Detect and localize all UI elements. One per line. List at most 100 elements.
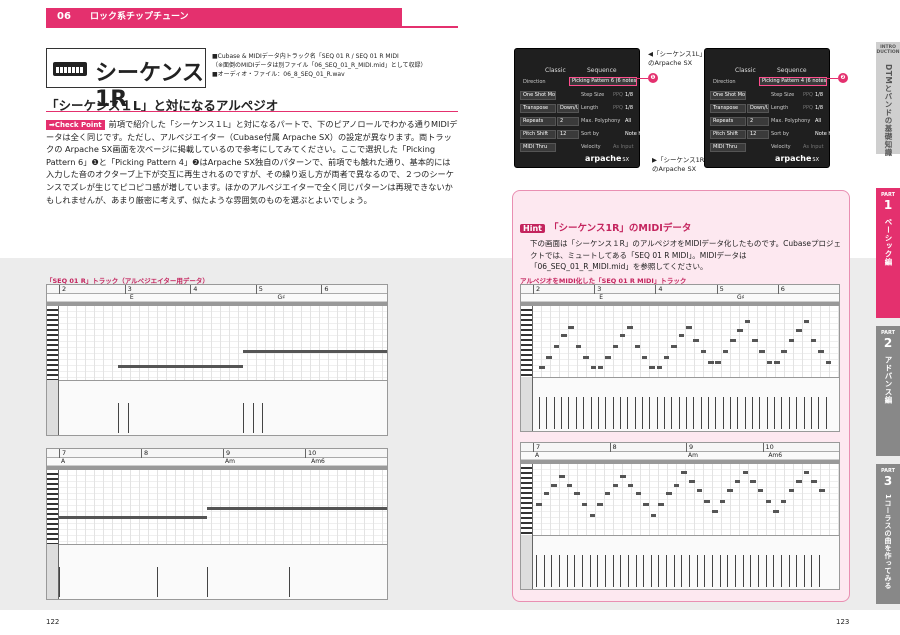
arpache-logo: arpacheSX [775, 154, 819, 163]
roll-note [574, 492, 580, 496]
roll-velocity-keys [47, 380, 59, 435]
arp-row-unit: PPQ [803, 92, 813, 98]
piano-roll-right-bottom: 7 8 9 10 A Am Am6 [520, 442, 840, 590]
arp-row-unit: PPQ [613, 105, 623, 111]
chapter-number: 06 [46, 8, 82, 26]
roll-velocity-bar [803, 554, 805, 587]
roll-note [722, 350, 729, 354]
roll-velocity-bar [551, 554, 553, 587]
roll-note [752, 339, 758, 343]
arp-row-label: Transpose [710, 104, 746, 113]
roll-note [643, 503, 649, 507]
roll-bar-label: 3 [597, 285, 602, 293]
roll-note [704, 499, 710, 503]
roll-velocity-bar [635, 554, 637, 587]
side-tab-part-2[interactable]: PART 2 アドバンス編 [876, 326, 900, 456]
roll-note [546, 355, 552, 359]
roll-note [575, 345, 582, 349]
roll-bar-label: 3 [127, 285, 132, 293]
roll-velocity-bar [612, 396, 614, 429]
body-text: 前項で紹介した「シーケンス１L」と対になるパートで、下のピアノロールでわかる通り… [46, 119, 458, 205]
roll-velocity-bar [543, 554, 545, 587]
roll-bar-line [190, 285, 192, 294]
roll-note [627, 483, 634, 487]
roll-velocity-bar [583, 396, 585, 429]
roll-velocity-bar [810, 396, 812, 429]
roll-note [559, 474, 565, 478]
roll-note [696, 488, 703, 492]
roll-chord-track [521, 452, 839, 460]
roll-ruler [47, 285, 387, 294]
roll-note [536, 503, 542, 507]
meta-line: ■Cubase & MIDIデータ内トラック名「SEQ 01 R / SEQ 0… [212, 53, 399, 60]
roll-velocity-lane [59, 544, 387, 599]
roll-note [206, 507, 387, 510]
roll-bar-label: 2 [62, 285, 67, 293]
side-tab-intro[interactable]: INTRO DUCTION DTMとバンドの基礎知識 [876, 42, 900, 156]
section-title-box: シーケンス1R [46, 48, 206, 112]
arp-row-param: Max. Polyphony [581, 118, 621, 124]
roll-note [757, 488, 764, 492]
roll-note [765, 499, 772, 503]
roll-note [730, 339, 736, 343]
roll-chord-label: G♯ [736, 294, 745, 301]
roll-bar-label: 8 [612, 443, 617, 451]
roll-note [734, 480, 741, 484]
side-tab-part-1[interactable]: PART 1 ベーシック編 [876, 188, 900, 318]
roll-velocity-bar [656, 396, 658, 429]
roll-velocity-bar [765, 554, 767, 587]
roll-note [693, 339, 699, 343]
intro-label: INTRO DUCTION [876, 45, 900, 55]
roll-velocity-bar [734, 554, 736, 587]
arp-row-setting: 1/8 [625, 92, 634, 98]
roll-chord-label: Am [688, 452, 698, 459]
roll-velocity-bar [619, 396, 621, 429]
arp-row-label: Pitch Shift [710, 130, 746, 139]
roll-note [712, 510, 718, 514]
roll-note [774, 360, 780, 364]
roll-velocity-bar [796, 396, 798, 429]
roll-velocity-bar [788, 396, 790, 429]
arp-row-setting: Note Highest [625, 131, 658, 137]
arp-row-value: 2 [747, 117, 769, 126]
arp-row-param: Velocity [581, 144, 601, 150]
page-number-left: 122 [46, 618, 60, 626]
arp-row-label: Repeats [710, 117, 746, 126]
roll-note [666, 492, 672, 496]
roll-note [727, 488, 733, 492]
roll-velocity-bar [673, 554, 675, 587]
roll-velocity-bar [643, 554, 645, 587]
roll-bar-label: 10 [765, 443, 774, 451]
side-tab-part-3[interactable]: PART 3 1コーラスの曲を作ってみる [876, 464, 900, 604]
arp-tab-classic: Classic [735, 67, 756, 74]
roll-velocity-bar [641, 396, 643, 429]
roll-velocity-bar [620, 554, 622, 587]
roll-velocity-bar [536, 554, 538, 587]
roll-note [658, 503, 664, 507]
roll-velocity-bar [604, 554, 606, 587]
roll-velocity-bar [678, 396, 680, 429]
arpache-logo: arpacheSX [585, 154, 629, 163]
roll-bar-line [141, 449, 142, 458]
roll-velocity-bar [242, 402, 244, 433]
roll-note [649, 366, 655, 370]
roll-note [750, 480, 756, 484]
roll-note [796, 480, 802, 484]
roll-note [604, 492, 611, 496]
roll-bar-line [655, 285, 657, 294]
arp-row-param: Velocity [771, 144, 791, 150]
arp-row-param: Step Size [581, 92, 605, 98]
roll-chord-label: A [535, 452, 540, 459]
roll-velocity-bar [597, 396, 599, 429]
chapter-title: ロック系チップチューン [82, 8, 402, 26]
roll-note [568, 325, 574, 329]
arpache-panel-left: Classic Sequence Direction Picking Pattern … [514, 48, 658, 168]
roll-bar-label: 8 [144, 449, 149, 457]
roll-note [551, 483, 557, 487]
roll-chord-label: Am [225, 458, 235, 465]
roll-bar-line [762, 443, 764, 452]
roll-velocity-bar [566, 554, 568, 587]
roll-bar-line [255, 285, 257, 294]
roll-keys [47, 470, 59, 544]
roll-note [681, 471, 687, 475]
